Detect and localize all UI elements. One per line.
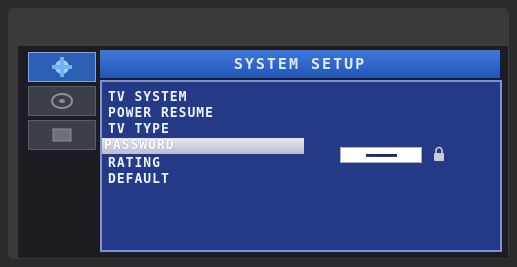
menu-item-password[interactable]: PASSWORD [102, 138, 304, 154]
menu-item-default[interactable]: DEFAULT [106, 172, 170, 188]
audio-disc-tile[interactable] [28, 86, 96, 116]
menu-item-tv-type[interactable]: TV TYPE [106, 122, 170, 138]
setup-tools-icon [52, 57, 72, 77]
menu-title-bar: SYSTEM SETUP [100, 50, 500, 78]
setting-value-panel [310, 80, 502, 252]
category-sidebar [18, 46, 100, 258]
setup-menu-list: TV SYSTEM POWER RESUME TV TYPE PASSWORD … [100, 80, 312, 252]
lock-icon [434, 146, 444, 161]
page-title: SYSTEM SETUP [233, 55, 367, 73]
video-screen-tile[interactable] [28, 120, 96, 150]
audio-disc-icon [51, 93, 73, 109]
video-screen-icon [52, 128, 72, 142]
menu-item-rating[interactable]: RATING [106, 156, 161, 172]
setup-tools-tile[interactable] [28, 52, 96, 82]
menu-item-power-resume[interactable]: POWER RESUME [106, 106, 214, 122]
password-masked-value: ▬▬▬▬▬▬ [365, 149, 397, 161]
password-field[interactable]: ▬▬▬▬▬▬ [340, 147, 422, 163]
menu-item-tv-system[interactable]: TV SYSTEM [106, 90, 187, 106]
